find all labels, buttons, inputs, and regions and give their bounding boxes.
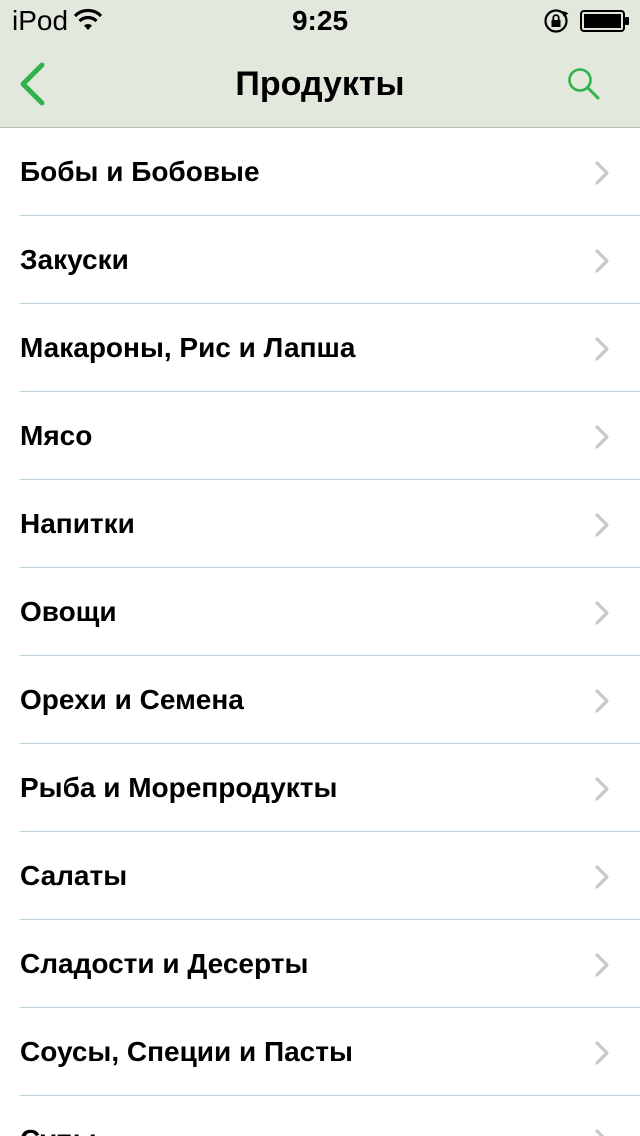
category-list-item[interactable]: Сладости и Десерты — [0, 920, 640, 1008]
category-label: Закуски — [20, 244, 129, 275]
category-label: Напитки — [20, 508, 135, 539]
category-list-item[interactable]: Рыба и Морепродукты — [0, 744, 640, 832]
category-label: Сладости и Десерты — [20, 948, 309, 979]
chevron-right-icon — [595, 777, 609, 801]
category-label: Мясо — [20, 420, 93, 451]
category-label: Рыба и Морепродукты — [20, 772, 338, 803]
category-label: Супы — [20, 1123, 97, 1136]
chevron-right-icon — [595, 953, 609, 977]
category-label: Соусы, Специи и Пасты — [20, 1036, 353, 1067]
page-title: Продукты — [235, 65, 405, 103]
category-label: Салаты — [20, 860, 128, 891]
category-list-item[interactable]: Соусы, Специи и Пасты — [0, 1008, 640, 1096]
chevron-left-icon — [20, 62, 45, 106]
category-list-item[interactable]: Орехи и Семена — [0, 656, 640, 744]
category-list-item[interactable]: Бобы и Бобовые — [0, 128, 640, 216]
chevron-right-icon — [595, 337, 609, 361]
header: iPod 9:25 Продукты — [0, 0, 640, 128]
chevron-right-icon — [595, 161, 609, 185]
screen: iPod 9:25 Продукты Бобы и Бобовые Закуск… — [0, 0, 640, 1136]
category-list-item[interactable]: Супы — [0, 1096, 640, 1136]
status-bar: iPod 9:25 — [0, 0, 640, 40]
rotation-lock-icon — [544, 9, 569, 33]
chevron-right-icon — [595, 1041, 609, 1065]
category-label: Орехи и Семена — [20, 684, 244, 715]
chevron-right-icon — [595, 1129, 605, 1136]
category-list-item[interactable]: Закуски — [0, 216, 640, 304]
category-label: Бобы и Бобовые — [20, 156, 260, 187]
category-list-item[interactable]: Овощи — [0, 568, 640, 656]
chevron-right-icon — [595, 601, 609, 625]
category-label: Овощи — [20, 596, 117, 627]
search-button[interactable] — [556, 58, 612, 110]
chevron-right-icon — [595, 425, 609, 449]
category-label: Макароны, Рис и Лапша — [20, 332, 356, 363]
category-list-item[interactable]: Макароны, Рис и Лапша — [0, 304, 640, 392]
category-list-item[interactable]: Салаты — [0, 832, 640, 920]
category-list-item[interactable]: Напитки — [0, 480, 640, 568]
navigation-bar: Продукты — [0, 40, 640, 128]
chevron-right-icon — [595, 513, 609, 537]
chevron-right-icon — [595, 865, 609, 889]
search-icon — [568, 68, 600, 100]
back-button[interactable] — [8, 56, 56, 112]
chevron-right-icon — [595, 689, 609, 713]
battery-icon — [580, 10, 629, 32]
category-list: Бобы и Бобовые Закуски Макароны, Рис и Лап… — [0, 128, 640, 1136]
category-list-item[interactable]: Мясо — [0, 392, 640, 480]
chevron-right-icon — [595, 249, 609, 273]
